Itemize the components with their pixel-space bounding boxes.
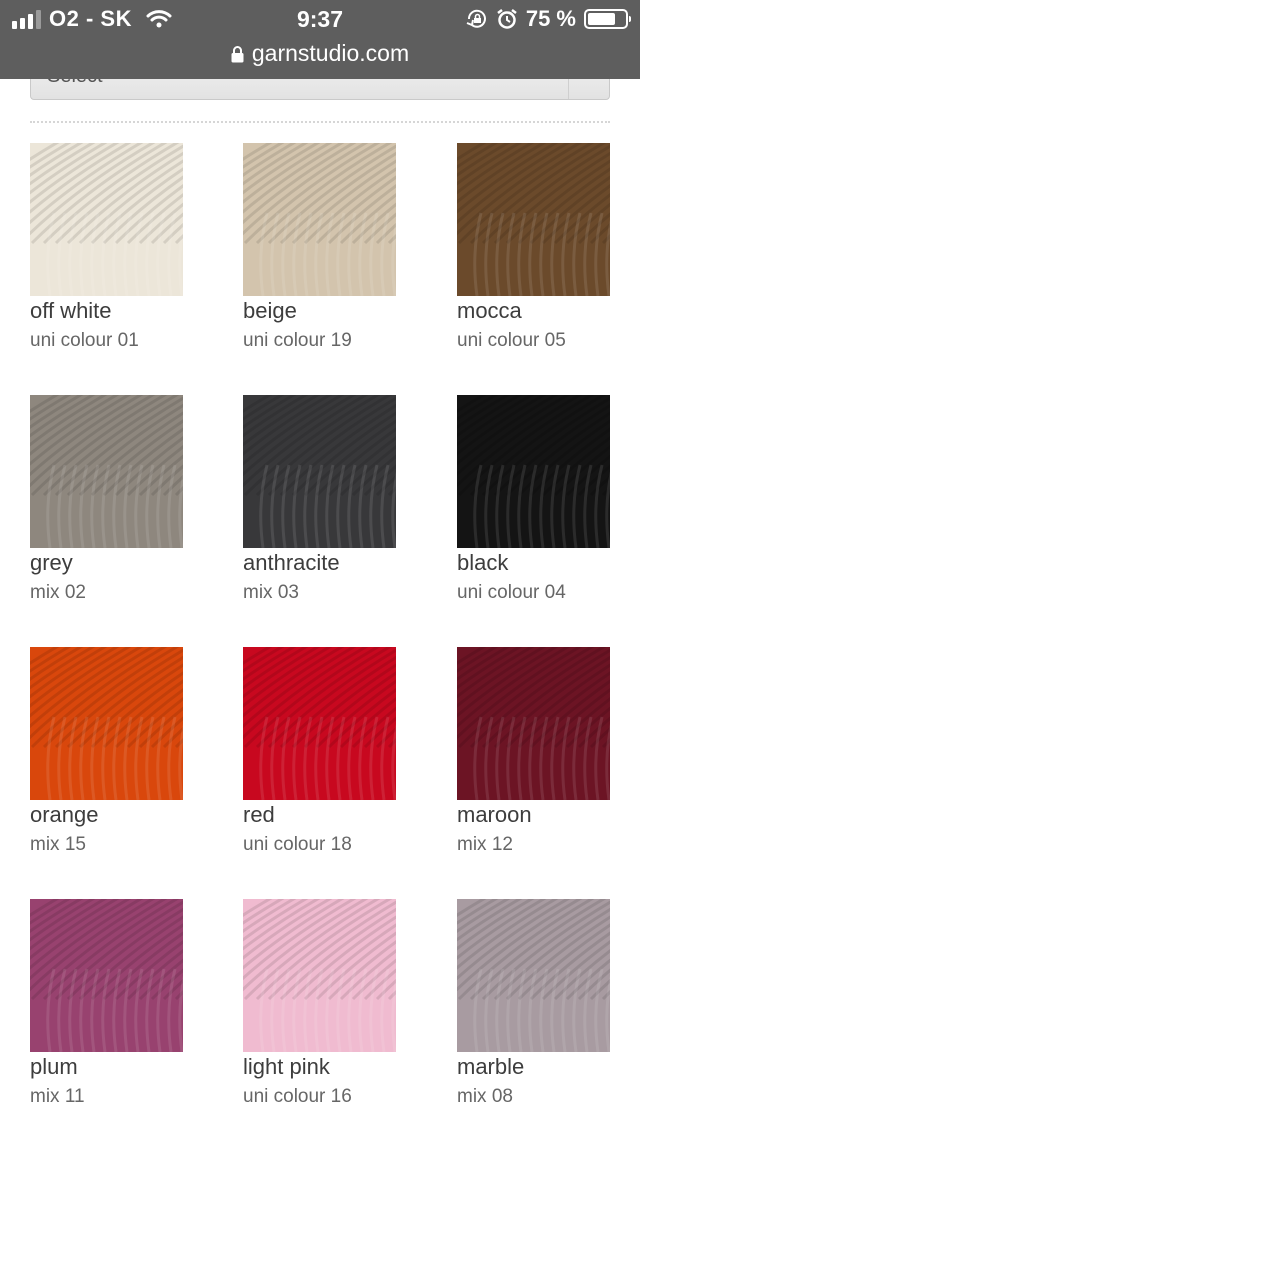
yarn-swatch-image[interactable] xyxy=(457,647,610,800)
yarn-swatch-image[interactable] xyxy=(243,899,396,1052)
yarn-swatch-image[interactable] xyxy=(457,899,610,1052)
yarn-swatch-image[interactable] xyxy=(457,143,610,296)
url-text: garnstudio.com xyxy=(251,40,410,66)
lock-icon xyxy=(231,45,244,62)
colour-code: uni colour 05 xyxy=(457,330,566,351)
colour-code: mix 11 xyxy=(30,1086,85,1107)
yarn-swatch-image[interactable] xyxy=(457,395,610,548)
colour-code: mix 08 xyxy=(457,1086,513,1107)
section-divider xyxy=(30,121,610,123)
colour-item[interactable]: black uni colour 04 xyxy=(457,395,617,605)
colour-code: uni colour 16 xyxy=(243,1086,352,1107)
colour-item[interactable]: grey mix 02 xyxy=(30,395,190,605)
colour-item[interactable]: marble mix 08 xyxy=(457,899,617,1109)
status-right: 75 % xyxy=(466,6,631,32)
colour-code: mix 02 xyxy=(30,582,86,603)
colour-name[interactable]: mocca xyxy=(457,298,617,324)
battery-icon xyxy=(584,9,631,29)
colour-name[interactable]: red xyxy=(243,802,403,828)
yarn-swatch-image[interactable] xyxy=(243,395,396,548)
colour-code: mix 15 xyxy=(30,834,86,855)
colour-item[interactable]: beige uni colour 19 xyxy=(243,143,403,353)
colour-code: mix 03 xyxy=(243,582,299,603)
yarn-swatch-image[interactable] xyxy=(30,899,183,1052)
colour-code: mix 12 xyxy=(457,834,513,855)
colour-item[interactable]: orange mix 15 xyxy=(30,647,190,857)
colour-code: uni colour 19 xyxy=(243,330,352,351)
colour-name[interactable]: plum xyxy=(30,1054,190,1080)
colour-item[interactable]: red uni colour 18 xyxy=(243,647,403,857)
alarm-icon xyxy=(497,9,517,29)
colour-name[interactable]: marble xyxy=(457,1054,617,1080)
colour-code: uni colour 18 xyxy=(243,834,352,855)
address-bar[interactable]: garnstudio.com xyxy=(0,40,640,67)
yarn-swatch-image[interactable] xyxy=(30,143,183,296)
colour-item[interactable]: anthracite mix 03 xyxy=(243,395,403,605)
status-bar: O2 - SK 9:37 75 % garnstudio.com xyxy=(0,0,640,79)
colour-name[interactable]: black xyxy=(457,550,617,576)
yarn-swatch-image[interactable] xyxy=(243,647,396,800)
phone-screen: O2 - SK 9:37 75 % garnstudio.com off whi… xyxy=(0,0,640,1280)
colour-code: uni colour 01 xyxy=(30,330,139,351)
yarn-swatch-image[interactable] xyxy=(30,395,183,548)
yarn-swatch-image[interactable] xyxy=(30,647,183,800)
colour-item[interactable]: plum mix 11 xyxy=(30,899,190,1109)
colour-name[interactable]: beige xyxy=(243,298,403,324)
colour-item[interactable]: mocca uni colour 05 xyxy=(457,143,617,353)
colour-name[interactable]: maroon xyxy=(457,802,617,828)
battery-percentage: 75 % xyxy=(525,6,576,31)
yarn-swatch-image[interactable] xyxy=(243,143,396,296)
colour-code: uni colour 04 xyxy=(457,582,566,603)
colour-name[interactable]: orange xyxy=(30,802,190,828)
colour-item[interactable]: off white uni colour 01 xyxy=(30,143,190,353)
colour-name[interactable]: anthracite xyxy=(243,550,403,576)
colour-item[interactable]: light pink uni colour 16 xyxy=(243,899,403,1109)
rotation-lock-icon xyxy=(466,9,486,28)
colour-name[interactable]: light pink xyxy=(243,1054,403,1080)
colour-name[interactable]: grey xyxy=(30,550,190,576)
colour-item[interactable]: maroon mix 12 xyxy=(457,647,617,857)
colour-name[interactable]: off white xyxy=(30,298,190,324)
